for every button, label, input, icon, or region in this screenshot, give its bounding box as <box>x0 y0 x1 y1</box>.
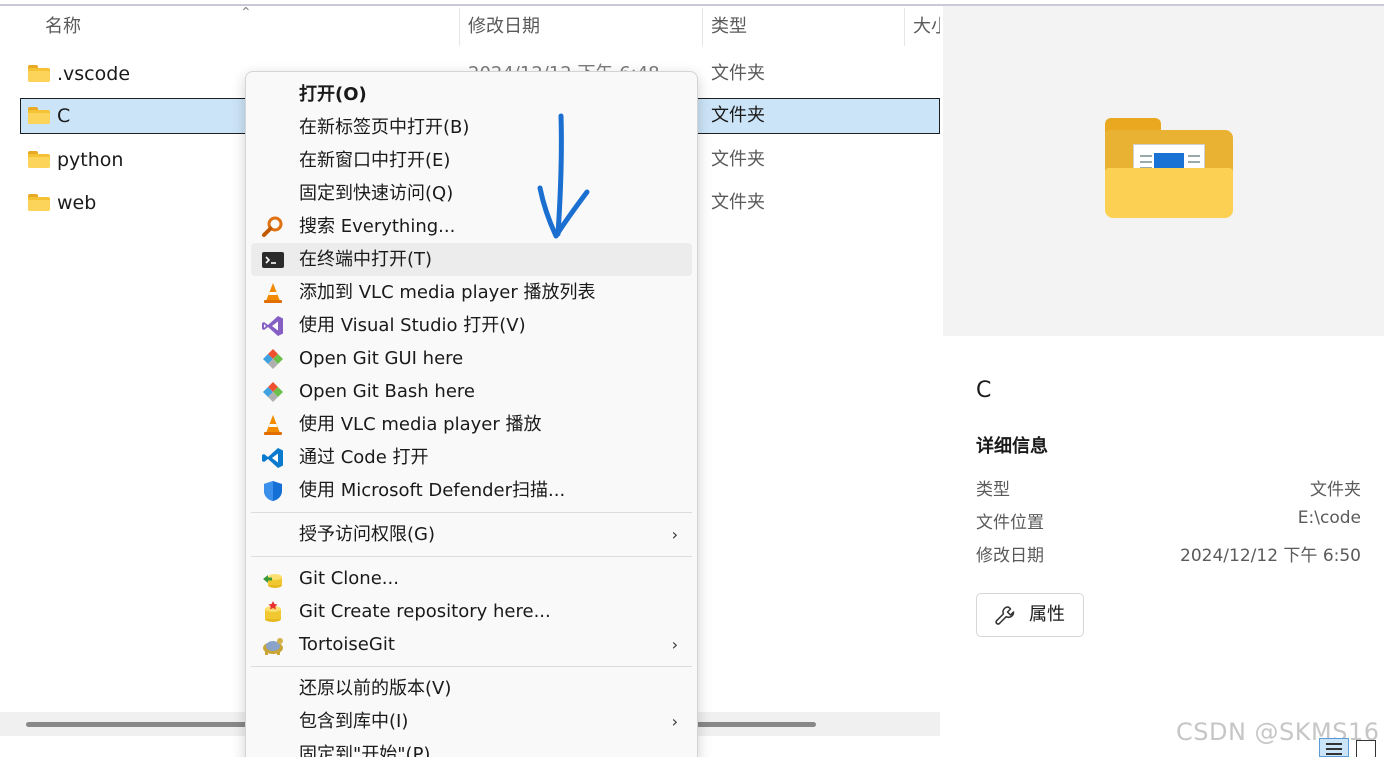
vlc-cone-icon <box>264 415 282 435</box>
column-name[interactable]: 名称 <box>45 6 81 48</box>
file-type: 文件夹 <box>711 149 765 170</box>
column-separator[interactable] <box>702 8 703 46</box>
defender-shield-icon <box>264 481 282 501</box>
column-separator[interactable] <box>459 8 460 46</box>
menu-item-label: 使用 Microsoft Defender扫描... <box>299 480 566 501</box>
file-explorer: ⌃ 名称 修改日期 类型 大小 .vscode 2024/12/12 下午 6:… <box>0 0 1384 757</box>
details-view-icon[interactable] <box>1319 738 1349 757</box>
column-header: ⌃ 名称 修改日期 类型 大小 <box>0 6 940 48</box>
menu-item-search-everything[interactable]: 搜索 Everything... <box>251 210 692 243</box>
preview-pane: C 详细信息 类型 文件夹 文件位置 E:\code 修改日期 2024/12/… <box>943 6 1384 757</box>
terminal-icon <box>262 252 284 268</box>
detail-value-location: E:\code <box>1297 508 1361 528</box>
menu-item-label: 固定到"开始"(P) <box>299 744 431 757</box>
sort-ascending-icon: ⌃ <box>240 5 252 21</box>
menu-item-open-code[interactable]: 通过 Code 打开 <box>251 441 692 474</box>
visual-studio-icon <box>262 316 283 336</box>
menu-item-label: 包含到库中(I) <box>299 711 409 732</box>
tortoisegit-icon <box>263 638 283 655</box>
detail-label-modified: 修改日期 <box>976 546 1044 566</box>
git-gui-icon <box>263 349 283 369</box>
menu-separator <box>251 512 692 513</box>
menu-item-label: 还原以前的版本(V) <box>299 678 452 699</box>
file-name: C <box>57 105 71 127</box>
git-bash-icon <box>263 382 283 402</box>
menu-item-label: 使用 Visual Studio 打开(V) <box>299 315 526 336</box>
vscode-icon <box>262 448 283 468</box>
menu-item-label: 在终端中打开(T) <box>299 249 433 270</box>
menu-item-include-library[interactable]: 包含到库中(I) › <box>251 705 692 738</box>
menu-item-label: Git Clone... <box>299 568 399 589</box>
detail-label-type: 类型 <box>976 480 1010 500</box>
menu-item-open-new-window[interactable]: 在新窗口中打开(E) <box>251 144 692 177</box>
menu-item-tortoisegit[interactable]: TortoiseGit › <box>251 628 692 661</box>
large-folder-icon <box>1105 118 1233 218</box>
menu-item-label: 打开(O) <box>299 84 367 105</box>
menu-item-label: Git Create repository here... <box>299 601 551 622</box>
menu-item-defender-scan[interactable]: 使用 Microsoft Defender扫描... <box>251 474 692 507</box>
menu-item-pin-start[interactable]: 固定到"开始"(P) <box>251 738 692 757</box>
menu-item-label: 使用 VLC media player 播放 <box>299 414 542 435</box>
menu-item-grant-access[interactable]: 授予访问权限(G) › <box>251 518 692 551</box>
search-everything-icon <box>262 216 283 237</box>
folder-icon <box>28 194 50 211</box>
detail-value-type: 文件夹 <box>1310 480 1361 500</box>
properties-button[interactable]: 属性 <box>976 593 1084 637</box>
menu-item-label: 搜索 Everything... <box>299 216 456 237</box>
menu-item-label: 在新标签页中打开(B) <box>299 117 470 138</box>
menu-item-label: TortoiseGit <box>299 634 395 655</box>
preview-title: C <box>976 378 992 403</box>
annotation-arrow-icon <box>537 113 590 239</box>
menu-item-vlc-add-playlist[interactable]: 添加到 VLC media player 播放列表 <box>251 276 692 309</box>
vlc-cone-icon <box>264 283 282 303</box>
menu-separator <box>251 556 692 557</box>
tiles-view-icon[interactable] <box>1356 740 1376 757</box>
menu-item-label: 固定到快速访问(Q) <box>299 183 454 204</box>
menu-item-open-new-tab[interactable]: 在新标签页中打开(B) <box>251 111 692 144</box>
detail-label-location: 文件位置 <box>976 513 1044 533</box>
context-menu: 打开(O) 在新标签页中打开(B) 在新窗口中打开(E) 固定到快速访问(Q) … <box>245 71 698 757</box>
details-heading: 详细信息 <box>976 436 1048 457</box>
menu-item-open-visual-studio[interactable]: 使用 Visual Studio 打开(V) <box>251 309 692 342</box>
file-name: web <box>57 192 97 214</box>
folder-icon <box>28 151 50 168</box>
column-size[interactable]: 大小 <box>913 6 940 48</box>
column-type[interactable]: 类型 <box>711 6 747 48</box>
git-create-repo-icon <box>265 601 281 622</box>
chevron-right-icon: › <box>671 712 678 731</box>
chevron-right-icon: › <box>671 525 678 544</box>
chevron-right-icon: › <box>671 635 678 654</box>
menu-item-label: 通过 Code 打开 <box>299 447 429 468</box>
menu-item-git-clone[interactable]: Git Clone... <box>251 562 692 595</box>
menu-item-git-create-repo[interactable]: Git Create repository here... <box>251 595 692 628</box>
menu-item-label: Open Git GUI here <box>299 348 464 369</box>
menu-item-git-gui[interactable]: Open Git GUI here <box>251 342 692 375</box>
menu-item-pin-quick-access[interactable]: 固定到快速访问(Q) <box>251 177 692 210</box>
menu-item-label: 授予访问权限(G) <box>299 524 435 545</box>
menu-item-open[interactable]: 打开(O) <box>251 78 692 111</box>
file-type: 文件夹 <box>711 192 765 213</box>
file-name: .vscode <box>57 63 131 85</box>
menu-item-vlc-play[interactable]: 使用 VLC media player 播放 <box>251 408 692 441</box>
wrench-icon <box>995 606 1015 625</box>
menu-item-git-bash[interactable]: Open Git Bash here <box>251 375 692 408</box>
menu-item-open-terminal[interactable]: 在终端中打开(T) <box>251 243 692 276</box>
column-date[interactable]: 修改日期 <box>468 6 540 48</box>
properties-label: 属性 <box>1029 604 1065 625</box>
file-type: 文件夹 <box>711 63 765 84</box>
menu-item-label: 添加到 VLC media player 播放列表 <box>299 282 596 303</box>
preview-image-area <box>943 6 1384 336</box>
git-clone-icon <box>263 574 282 588</box>
column-separator[interactable] <box>904 8 905 46</box>
folder-icon <box>28 65 50 82</box>
menu-item-restore-versions[interactable]: 还原以前的版本(V) <box>251 672 692 705</box>
menu-item-label: Open Git Bash here <box>299 381 475 402</box>
file-name: python <box>57 149 124 171</box>
file-type: 文件夹 <box>711 105 765 126</box>
menu-separator <box>251 666 692 667</box>
folder-icon <box>28 107 50 124</box>
menu-item-label: 在新窗口中打开(E) <box>299 150 451 171</box>
detail-value-modified: 2024/12/12 下午 6:50 <box>1180 546 1361 566</box>
